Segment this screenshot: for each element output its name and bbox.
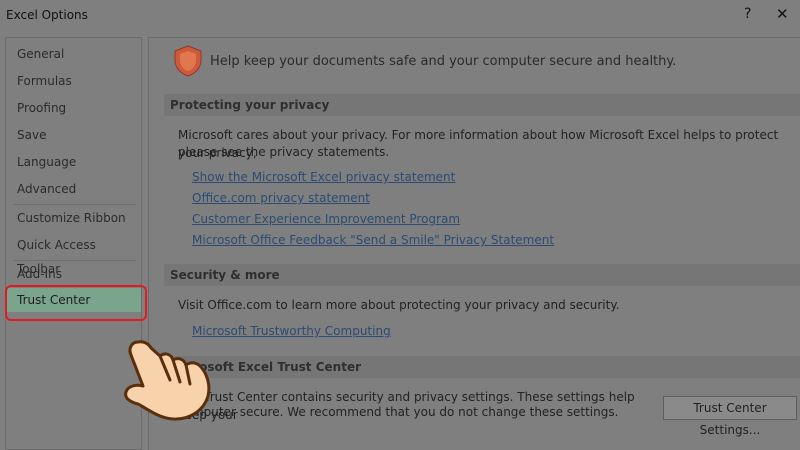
sidebar-divider xyxy=(14,204,136,205)
help-button[interactable]: ? xyxy=(744,6,751,22)
link-send-a-smile-statement[interactable]: Microsoft Office Feedback "Send a Smile"… xyxy=(192,233,554,247)
window-title: Excel Options xyxy=(6,8,88,22)
trust-center-text-line2: computer secure. We recommend that you d… xyxy=(178,405,619,419)
sidebar-divider xyxy=(14,260,136,261)
title-bar: Excel Options ? ✕ xyxy=(0,0,800,32)
trust-center-settings-button[interactable]: Trust Center Settings... xyxy=(663,396,797,437)
sidebar-item-advanced[interactable]: Advanced xyxy=(6,177,141,201)
sidebar-item-add-ins[interactable]: Add-Ins xyxy=(6,262,141,286)
sidebar-item-save[interactable]: Save xyxy=(6,123,141,147)
section-privacy-title: Protecting your privacy xyxy=(164,94,800,116)
sidebar-item-quick-access-toolbar[interactable]: Quick Access Toolbar xyxy=(6,233,141,276)
sidebar-item-language[interactable]: Language xyxy=(6,150,141,174)
shield-icon xyxy=(174,45,202,77)
privacy-text-line2: please see the privacy statements. xyxy=(178,145,390,159)
section-trust-center-title: Microsoft Excel Trust Center xyxy=(164,356,800,378)
sidebar-item-formulas[interactable]: Formulas xyxy=(6,69,141,93)
pointing-hand-icon xyxy=(124,340,211,421)
sidebar-item-general[interactable]: General xyxy=(6,42,141,66)
link-customer-experience-program[interactable]: Customer Experience Improvement Program xyxy=(192,212,460,226)
security-text: Visit Office.com to learn more about pro… xyxy=(178,298,620,312)
link-office-privacy-statement[interactable]: Office.com privacy statement xyxy=(192,191,370,205)
close-button[interactable]: ✕ xyxy=(776,5,789,23)
trust-center-highlight xyxy=(5,285,147,321)
section-security-title: Security & more xyxy=(164,264,800,286)
trust-center-header: Help keep your documents safe and your c… xyxy=(210,54,677,69)
link-excel-privacy-statement[interactable]: Show the Microsoft Excel privacy stateme… xyxy=(192,170,455,184)
link-trustworthy-computing[interactable]: Microsoft Trustworthy Computing xyxy=(192,324,391,338)
sidebar-item-proofing[interactable]: Proofing xyxy=(6,96,141,120)
sidebar-item-customize-ribbon[interactable]: Customize Ribbon xyxy=(6,206,141,230)
